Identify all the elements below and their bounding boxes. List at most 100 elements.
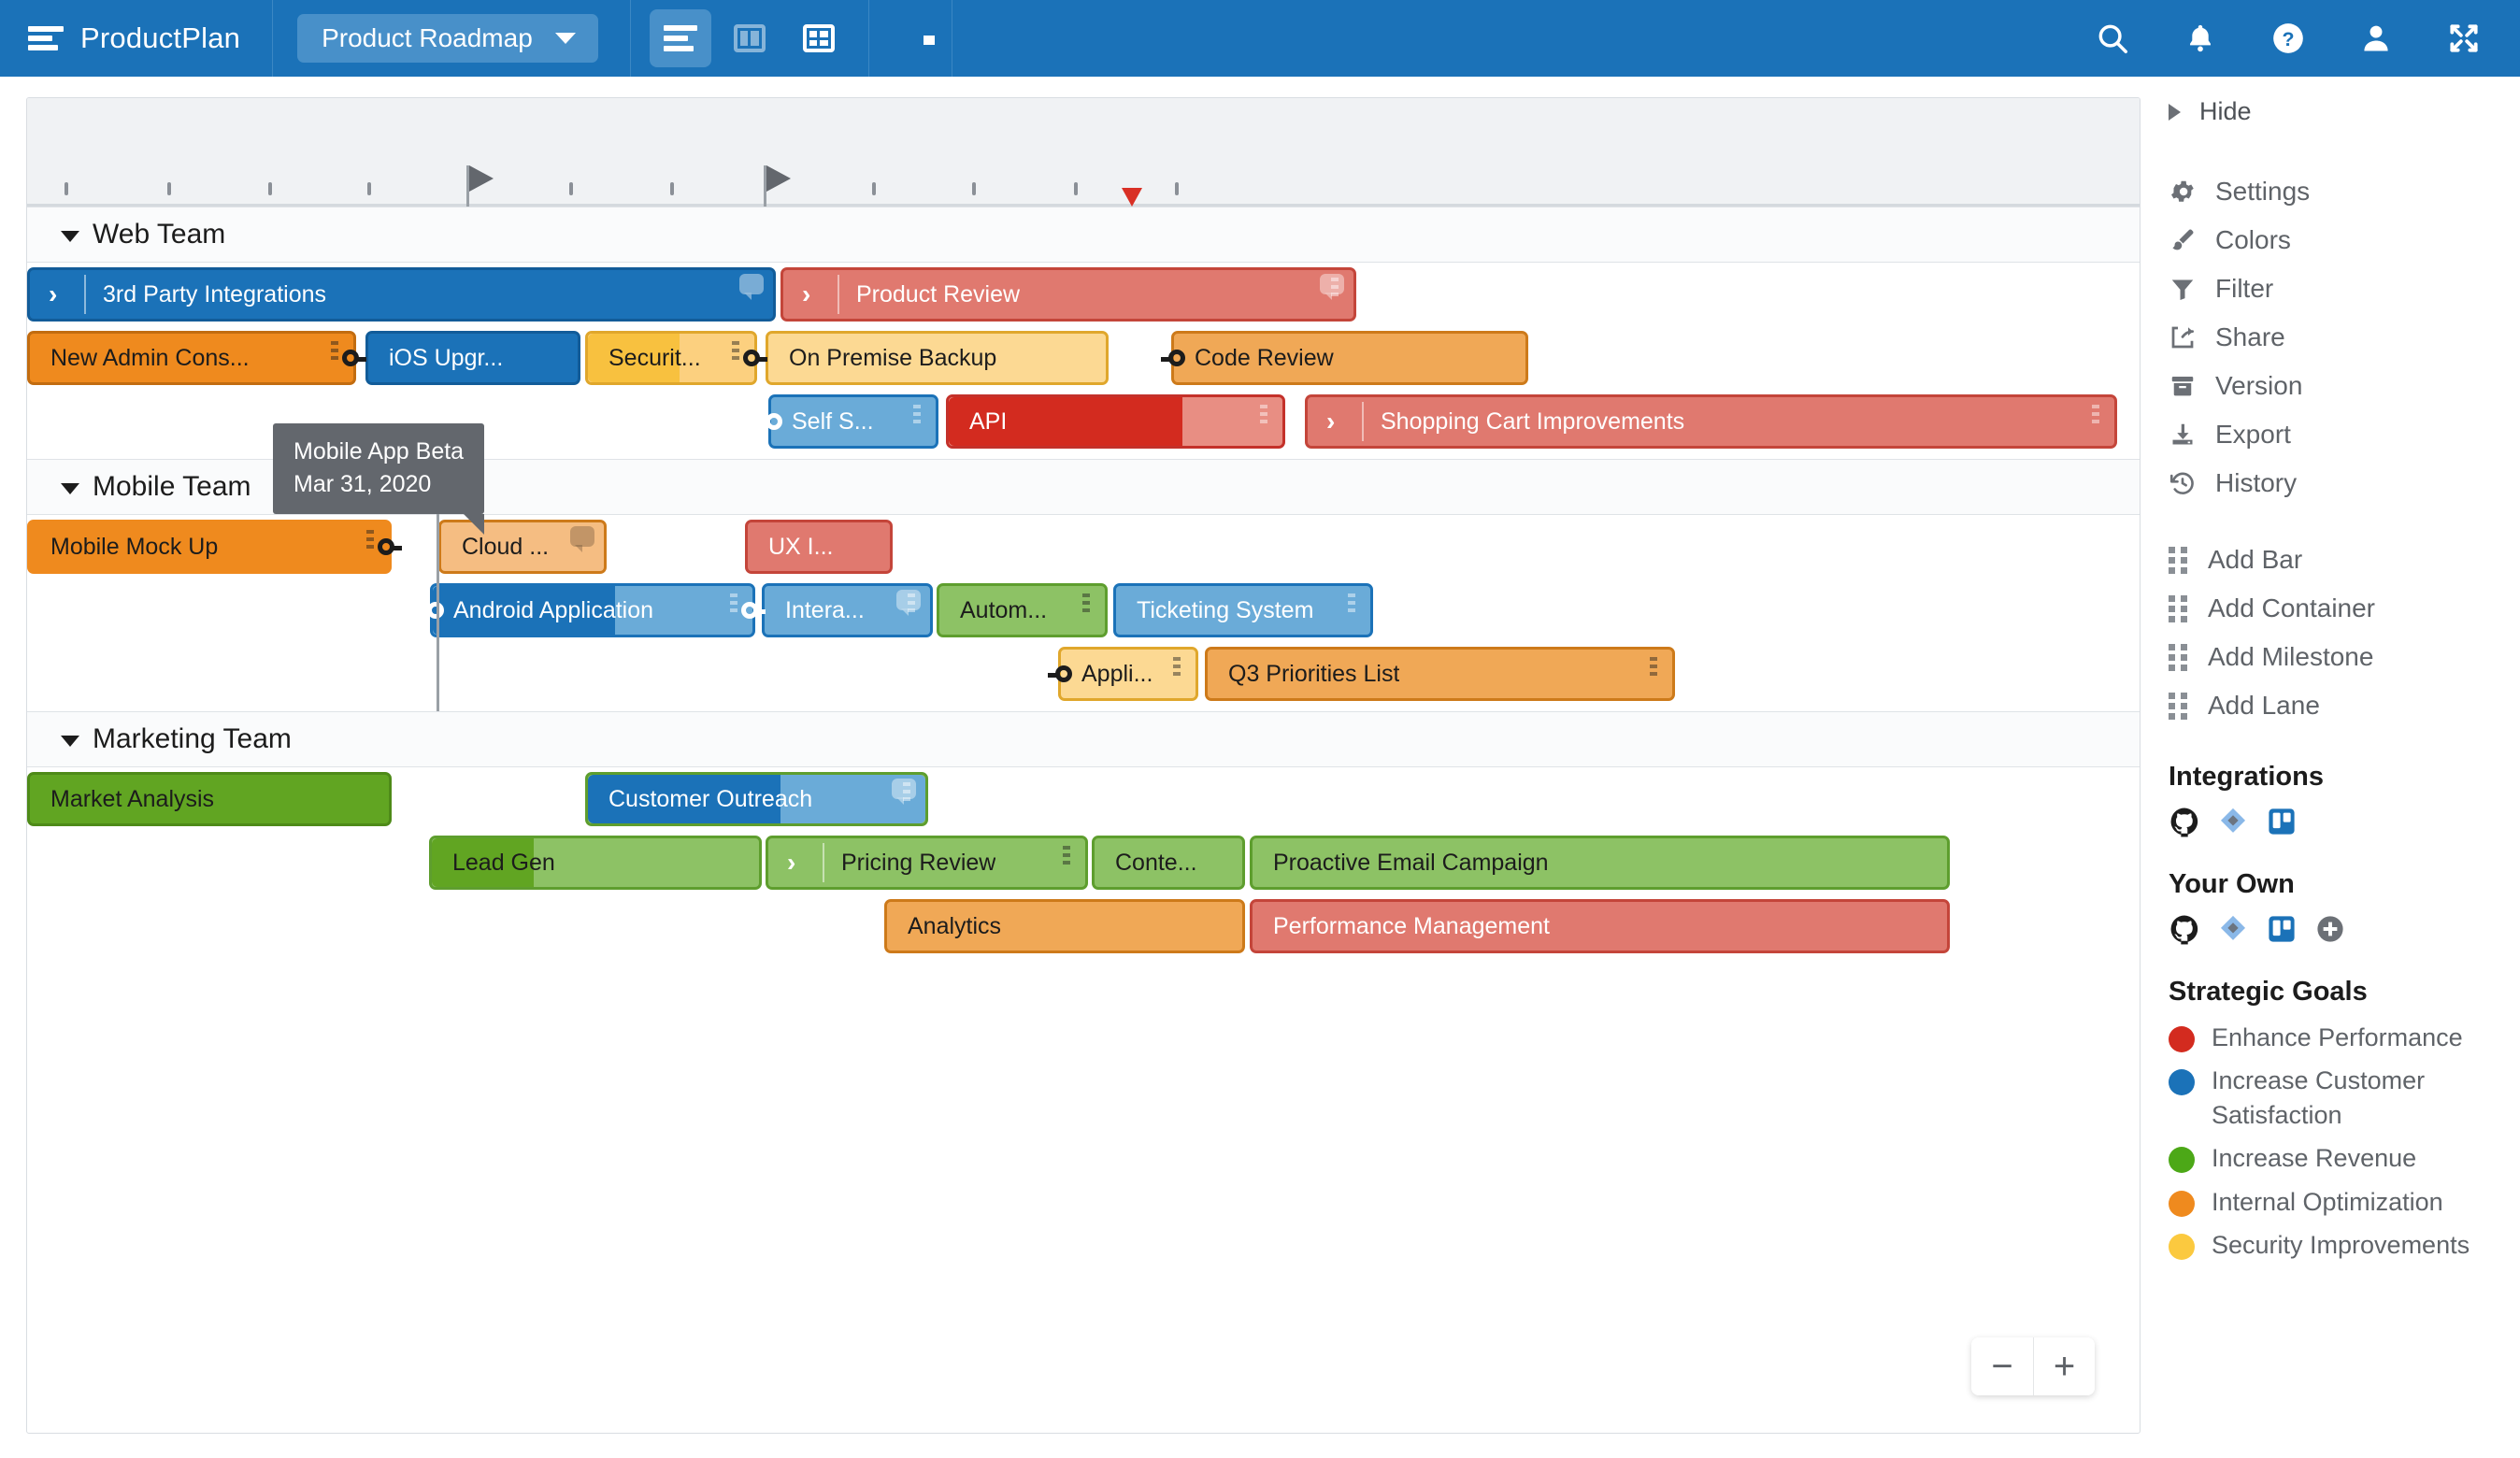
bar-label: Shopping Cart Improvements [1381, 407, 1685, 435]
github-icon[interactable] [2169, 913, 2200, 945]
strategic-goal-item[interactable]: Increase Revenue [2169, 1141, 2520, 1175]
roadmap-bar[interactable]: › Shopping Cart Improvements [1305, 394, 2117, 449]
dependency-connector-right-icon[interactable] [741, 602, 766, 619]
milestone-flag-icon[interactable] [466, 165, 494, 207]
drag-grip-icon[interactable] [1650, 657, 1657, 678]
sidebar-item-settings[interactable]: Settings [2169, 167, 2520, 216]
roadmap-bar[interactable]: iOS Upgr... [365, 331, 580, 385]
drag-grip-icon[interactable] [1082, 593, 1090, 614]
strategic-goal-item[interactable]: Security Improvements [2169, 1228, 2520, 1262]
roadmap-bar[interactable]: › 3rd Party Integrations [27, 267, 776, 322]
jira-icon[interactable] [2217, 913, 2249, 945]
drag-grip-icon[interactable] [366, 530, 374, 550]
roadmap-bar[interactable]: Securit... [585, 331, 767, 385]
sidebar-item-add-container[interactable]: Add Container [2169, 584, 2520, 633]
drag-grip-icon[interactable] [2169, 643, 2189, 671]
drag-grip-icon[interactable] [2169, 692, 2189, 720]
search-icon[interactable] [2094, 20, 2131, 57]
sidebar-item-add-milestone[interactable]: Add Milestone [2169, 633, 2520, 681]
help-question-icon[interactable]: ? [2269, 20, 2307, 57]
lane-header-web-team[interactable]: Web Team [27, 207, 2140, 263]
sidebar-item-label: Export [2215, 420, 2291, 449]
drag-grip-icon[interactable] [2169, 594, 2189, 622]
roadmap-bar[interactable]: Customer Outreach [585, 772, 928, 826]
fullscreen-expand-icon[interactable] [2445, 20, 2483, 57]
jira-icon[interactable] [2217, 806, 2249, 837]
dependency-connector-right-icon[interactable] [342, 350, 366, 366]
sidebar-item-share[interactable]: Share [2169, 313, 2520, 362]
comment-bubble-icon[interactable] [896, 590, 921, 616]
bar-label: Q3 Priorities List [1228, 660, 1400, 687]
productplan-logo-icon [28, 24, 64, 52]
roadmap-bar[interactable]: Proactive Email Campaign [1250, 836, 1950, 890]
sidebar-item-export[interactable]: Export [2169, 410, 2520, 459]
dependency-connector-left-icon[interactable] [1048, 665, 1072, 682]
sidebar-item-history[interactable]: History [2169, 459, 2520, 507]
roadmap-bar[interactable]: Q3 Priorities List [1205, 647, 1675, 701]
roadmap-bar[interactable]: UX I... [745, 520, 893, 574]
roadmap-bar[interactable]: Appli... [1048, 647, 1198, 701]
tab-two-column-view[interactable] [719, 9, 780, 67]
comment-bubble-icon[interactable] [570, 526, 594, 552]
dependency-connector-right-icon[interactable] [743, 350, 767, 366]
drag-grip-icon[interactable] [2169, 546, 2189, 574]
comment-bubble-icon[interactable] [892, 779, 916, 805]
sidebar-item-version[interactable]: Version [2169, 362, 2520, 410]
comment-bubble-icon[interactable] [739, 274, 764, 300]
trello-icon[interactable] [2266, 913, 2298, 945]
roadmap-bar[interactable]: API [946, 394, 1285, 449]
notifications-bell-icon[interactable] [2182, 20, 2219, 57]
sidebar-item-filter[interactable]: Filter [2169, 264, 2520, 313]
hide-panel-button[interactable]: Hide [2169, 97, 2520, 126]
roadmap-bar[interactable]: › Pricing Review [766, 836, 1088, 890]
roadmap-bar[interactable]: Ticketing System [1113, 583, 1373, 637]
sidebar-item-colors[interactable]: Colors [2169, 216, 2520, 264]
roadmap-bar[interactable]: Performance Management [1250, 899, 1950, 953]
sidebar-item-add-lane[interactable]: Add Lane [2169, 681, 2520, 730]
github-icon[interactable] [2169, 806, 2200, 837]
lane-header-marketing-team[interactable]: Marketing Team [27, 711, 2140, 767]
roadmap-bar[interactable]: Analytics [884, 899, 1245, 953]
comment-bubble-icon[interactable] [1320, 274, 1344, 300]
roadmap-bar[interactable]: Mobile Mock Up [27, 520, 402, 574]
sidebar-item-add-bar[interactable]: Add Bar [2169, 536, 2520, 584]
milestone-flag-icon[interactable] [764, 165, 791, 207]
drag-grip-icon[interactable] [1348, 593, 1355, 614]
dependency-connector-left-icon[interactable] [758, 413, 782, 430]
tab-grid-view[interactable] [788, 9, 850, 67]
roadmap-bar[interactable]: › Product Review [780, 267, 1356, 322]
drag-grip-icon[interactable] [913, 405, 921, 425]
roadmap-bar[interactable]: Intera... [762, 583, 933, 637]
roadmap-bar[interactable]: Lead Gen [429, 836, 762, 890]
zoom-out-button[interactable]: − [1971, 1337, 2033, 1395]
drag-grip-icon[interactable] [732, 341, 739, 362]
tab-timeline-view[interactable] [649, 9, 711, 67]
strategic-goal-item[interactable]: Increase Customer Satisfaction [2169, 1064, 2520, 1132]
roadmap-bar[interactable]: Code Review [1161, 331, 1528, 385]
drag-grip-icon[interactable] [730, 593, 737, 614]
drag-grip-icon[interactable] [331, 341, 338, 362]
dependency-connector-left-icon[interactable] [420, 602, 444, 619]
strategic-goal-item[interactable]: Internal Optimization [2169, 1185, 2520, 1219]
roadmap-bar[interactable]: On Premise Backup [766, 331, 1109, 385]
trello-icon[interactable] [2266, 806, 2298, 837]
roadmap-bar[interactable]: Conte... [1092, 836, 1245, 890]
strategic-goal-item[interactable]: Enhance Performance [2169, 1021, 2520, 1054]
roadmap-bar[interactable]: New Admin Cons... [27, 331, 366, 385]
roadmap-bar[interactable]: Android Application [420, 583, 766, 637]
add-plus-icon[interactable] [2314, 913, 2346, 945]
timeline-ruler[interactable] [27, 98, 2140, 207]
zoom-in-button[interactable]: + [2033, 1337, 2095, 1395]
roadmap-bar[interactable]: Autom... [937, 583, 1108, 637]
triangle-right-icon [2169, 103, 2181, 121]
drag-grip-icon[interactable] [2092, 405, 2099, 425]
dependency-connector-left-icon[interactable] [1161, 350, 1185, 366]
drag-grip-icon[interactable] [1173, 657, 1181, 678]
drag-grip-icon[interactable] [1260, 405, 1267, 425]
roadmap-bar[interactable]: Market Analysis [27, 772, 392, 826]
document-selector[interactable]: Product Roadmap [297, 14, 598, 63]
roadmap-bar[interactable]: Self S... [758, 394, 938, 449]
drag-grip-icon[interactable] [1063, 846, 1070, 866]
user-account-icon[interactable] [2357, 20, 2395, 57]
dependency-connector-right-icon[interactable] [378, 538, 402, 555]
